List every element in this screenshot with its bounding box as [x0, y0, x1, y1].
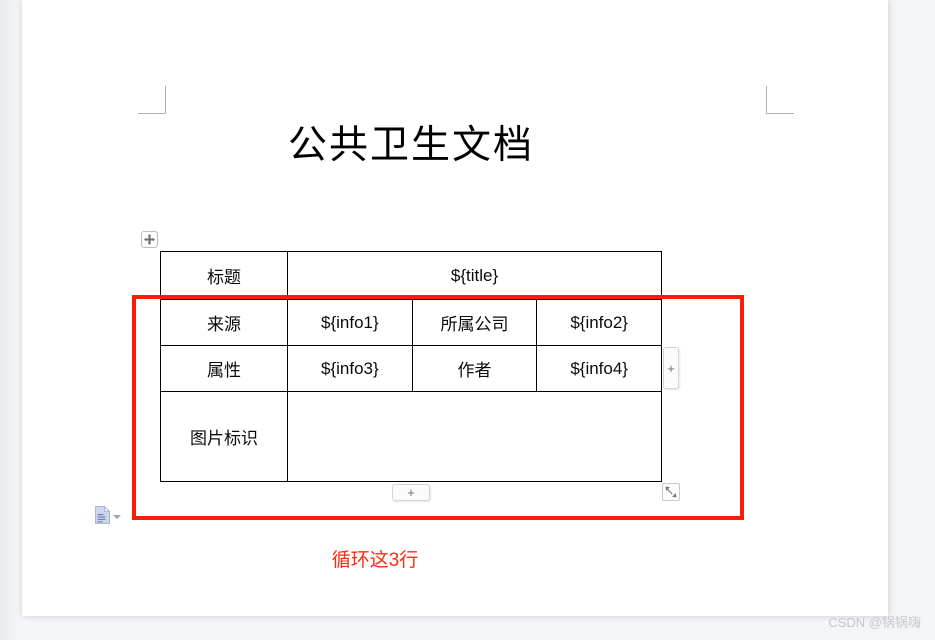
table-row[interactable]: 标题 ${title}	[160, 251, 662, 300]
page-title[interactable]: 公共卫生文档	[160, 118, 662, 174]
document-page[interactable]: 公共卫生文档 标题 ${title} 来源 ${info1} 所属公司 ${in…	[22, 0, 888, 616]
annotation-note: 循环这3行	[331, 550, 419, 571]
table-cell-label[interactable]: 标题	[160, 251, 288, 300]
margin-corner-mark-top-right	[766, 86, 794, 114]
chevron-down-icon	[113, 515, 121, 519]
annotation-highlight-box	[132, 295, 744, 520]
move-cross-icon	[144, 234, 155, 245]
table-move-handle[interactable]	[141, 231, 158, 248]
document-editor-canvas: 公共卫生文档 标题 ${title} 来源 ${info1} 所属公司 ${in…	[0, 0, 935, 640]
margin-corner-mark-top-left	[138, 86, 166, 114]
watermark: CSDN @锅锅嗨	[828, 615, 921, 630]
table-cell-value[interactable]: ${title}	[287, 251, 662, 300]
paste-options-icon	[95, 505, 111, 524]
paste-options-button[interactable]	[94, 505, 121, 525]
